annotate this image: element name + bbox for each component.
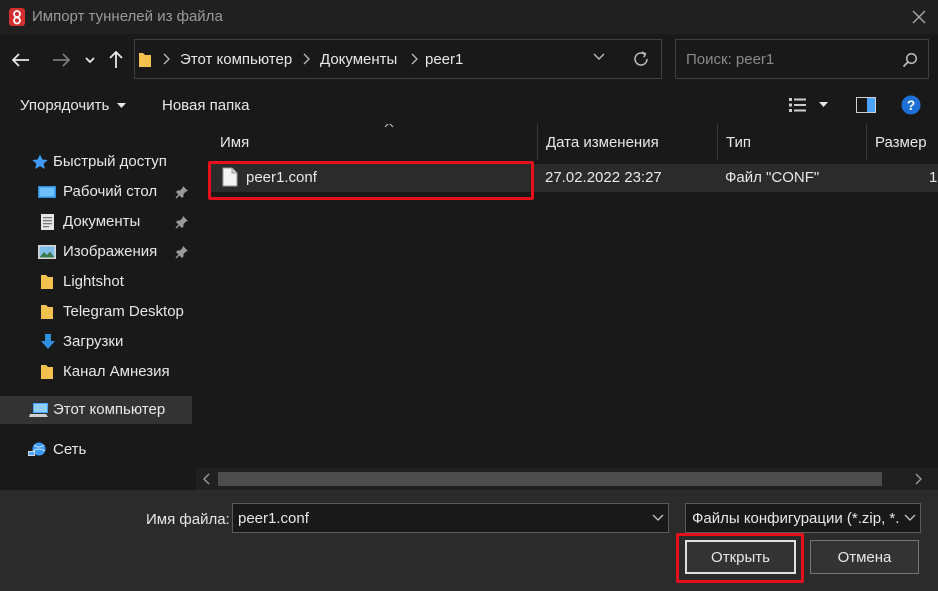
sidebar-item-label: Telegram Desktop (63, 303, 184, 320)
folder-icon (139, 53, 151, 67)
column-header-name[interactable]: Имя (212, 124, 538, 160)
organize-label: Упорядочить (20, 97, 110, 114)
documents-folder-icon (41, 214, 54, 230)
forward-button[interactable] (50, 48, 72, 72)
scroll-right-icon[interactable] (915, 473, 923, 485)
sidebar-item-downloads[interactable]: Загрузки (0, 328, 192, 356)
arrow-left-icon (12, 53, 29, 67)
title-bar: Импорт туннелей из файла (0, 0, 938, 34)
breadcrumb-peer1[interactable]: peer1 (425, 51, 463, 68)
dialog-footer: Имя файла: Файлы конфигурации (*.zip, *.… (0, 490, 938, 591)
back-button[interactable] (10, 48, 32, 72)
folder-icon (41, 305, 53, 319)
column-header-size[interactable]: Размер (867, 124, 938, 160)
new-folder-button[interactable]: Новая папка (162, 97, 249, 114)
folder-icon (41, 275, 53, 289)
sidebar-item-label: Этот компьютер (53, 401, 166, 418)
view-details-icon[interactable] (789, 98, 807, 112)
triangle-down-icon[interactable] (819, 102, 828, 108)
sidebar-item-label: Рабочий стол (63, 183, 158, 200)
chevron-right-icon (411, 53, 418, 65)
close-icon (912, 10, 926, 24)
filename-combobox[interactable] (232, 503, 669, 533)
desktop-folder-icon (38, 186, 56, 198)
filetype-value: Файлы конфигурации (*.zip, *. (692, 510, 900, 527)
svg-text:?: ? (907, 97, 916, 113)
file-size: 1 (929, 169, 938, 186)
download-icon (41, 334, 55, 349)
navigation-bar: Этот компьютер Документы peer1 Поиск: pe… (0, 34, 938, 86)
close-button[interactable] (904, 3, 934, 31)
search-placeholder: Поиск: peer1 (686, 51, 775, 68)
preview-pane-icon[interactable] (856, 97, 876, 113)
file-date: 27.02.2022 23:27 (545, 169, 662, 186)
file-name: peer1.conf (246, 169, 317, 186)
triangle-down-icon (117, 103, 126, 108)
sidebar-item-lightshot[interactable]: Lightshot (0, 268, 192, 296)
file-icon (222, 167, 238, 187)
sidebar-item-documents[interactable]: Документы (0, 208, 192, 236)
sidebar-item-amnezia-channel[interactable]: Канал Амнезия (0, 358, 192, 386)
refresh-icon[interactable] (632, 50, 650, 68)
window-title: Импорт туннелей из файла (32, 8, 223, 25)
folder-icon (41, 365, 53, 379)
chevron-right-icon (303, 53, 310, 65)
star-icon (32, 154, 48, 169)
chevron-down-icon (904, 514, 916, 521)
chevron-down-icon[interactable] (593, 53, 605, 61)
computer-icon (29, 403, 48, 417)
arrow-right-icon (53, 53, 70, 67)
chevron-down-icon (85, 56, 95, 63)
column-header-date[interactable]: Дата изменения (538, 124, 718, 160)
help-icon[interactable]: ? (901, 95, 921, 115)
pictures-folder-icon (38, 245, 56, 259)
pin-icon[interactable] (175, 215, 189, 229)
sidebar-item-label: Lightshot (63, 273, 124, 290)
scroll-left-icon[interactable] (202, 473, 210, 485)
scrollbar-thumb[interactable] (218, 472, 882, 486)
up-button[interactable] (105, 48, 127, 72)
sidebar-item-network[interactable]: Сеть (0, 436, 192, 464)
search-icon (902, 52, 918, 68)
breadcrumb-documents[interactable]: Документы (320, 51, 397, 68)
chevron-right-icon (163, 53, 170, 65)
command-toolbar: Упорядочить Новая папка ? (0, 86, 938, 124)
sidebar-item-label: Загрузки (63, 333, 124, 350)
recent-locations-button[interactable] (80, 48, 100, 72)
sidebar-item-label: Сеть (53, 441, 87, 458)
sidebar-item-desktop[interactable]: Рабочий стол (0, 178, 192, 206)
sort-ascending-icon (384, 124, 394, 128)
sidebar-item-label: Документы (63, 213, 141, 230)
filename-label: Имя файла: (146, 511, 230, 528)
cancel-button[interactable]: Отмена (810, 540, 919, 574)
table-row[interactable]: peer1.conf 27.02.2022 23:27 Файл "CONF" … (208, 164, 938, 192)
pin-icon[interactable] (175, 185, 189, 199)
arrow-up-icon (109, 51, 123, 68)
sidebar-item-telegram-desktop[interactable]: Telegram Desktop (0, 298, 192, 326)
organize-button[interactable]: Упорядочить (20, 97, 130, 117)
file-type: Файл "CONF" (725, 169, 820, 186)
navigation-pane: Быстрый доступ Рабочий стол Документы Из… (0, 124, 196, 490)
file-list: Имя Дата изменения Тип Размер peer1.conf… (196, 124, 938, 490)
breadcrumb-this-pc[interactable]: Этот компьютер (180, 51, 292, 68)
address-bar[interactable]: Этот компьютер Документы peer1 (134, 39, 662, 79)
sidebar-item-quick-access[interactable]: Быстрый доступ (0, 148, 192, 176)
chevron-down-icon[interactable] (652, 514, 664, 522)
search-box[interactable]: Поиск: peer1 (675, 39, 929, 79)
filetype-select[interactable]: Файлы конфигурации (*.zip, *. (685, 503, 921, 533)
sidebar-item-pictures[interactable]: Изображения (0, 238, 192, 266)
app-logo-icon (9, 8, 25, 26)
sidebar-item-label: Канал Амнезия (63, 363, 170, 380)
filename-input[interactable] (233, 504, 633, 532)
sidebar-item-this-pc[interactable]: Этот компьютер (0, 396, 192, 424)
column-header-type[interactable]: Тип (718, 124, 867, 160)
pin-icon[interactable] (175, 245, 189, 259)
sidebar-item-label: Быстрый доступ (53, 153, 167, 170)
horizontal-scrollbar[interactable] (196, 468, 938, 490)
sidebar-item-label: Изображения (63, 243, 158, 260)
open-button[interactable]: Открыть (685, 540, 796, 574)
network-icon (28, 442, 46, 456)
